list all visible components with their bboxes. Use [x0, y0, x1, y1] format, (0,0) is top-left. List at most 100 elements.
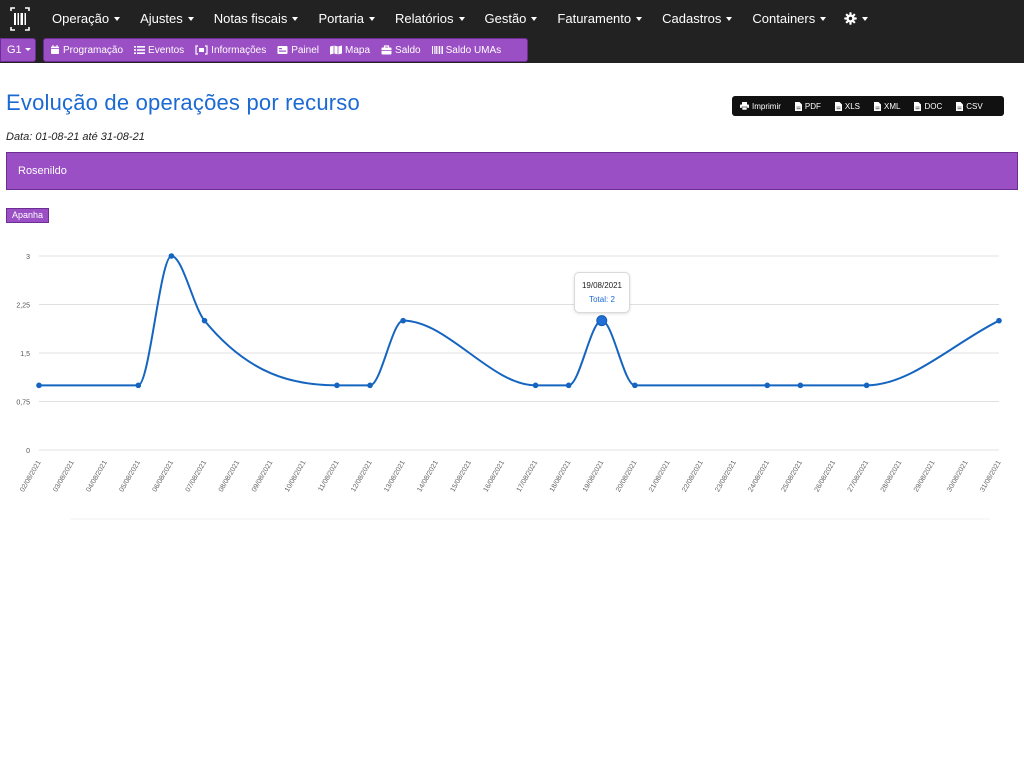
- data-point: [565, 382, 572, 389]
- export-xml-button[interactable]: XML: [874, 101, 900, 111]
- caret-down-icon: [862, 16, 869, 21]
- caret-down-icon: [292, 16, 299, 21]
- x-tick-label: 15/08/2021: [449, 459, 473, 493]
- data-point: [201, 317, 208, 324]
- subnav-label: Eventos: [148, 44, 185, 56]
- subnav-saldo[interactable]: Saldo: [381, 45, 421, 56]
- data-point: [168, 253, 175, 259]
- x-tick-label: 23/08/2021: [714, 459, 738, 493]
- x-tick-label: 26/08/2021: [814, 459, 838, 493]
- subnav-informacoes[interactable]: Informações: [195, 45, 266, 56]
- barcode-icon: [431, 46, 443, 54]
- file-icon: [834, 101, 842, 111]
- print-button[interactable]: Imprimir: [740, 102, 781, 111]
- export-xls-button[interactable]: XLS: [834, 101, 860, 111]
- data-point: [400, 317, 406, 324]
- subnav-programacao[interactable]: Programação: [50, 45, 123, 56]
- menu-label: Operação: [52, 11, 110, 26]
- menu-cadastros[interactable]: Cadastros: [652, 0, 742, 38]
- export-label: Imprimir: [752, 101, 781, 111]
- barcode-logo-icon[interactable]: [9, 7, 31, 31]
- data-point: [632, 382, 638, 389]
- subnav-label: Painel: [291, 44, 320, 56]
- y-tick-label: 0: [26, 448, 30, 455]
- highlighted-data-point: [596, 315, 608, 327]
- x-tick-label: 02/08/2021: [19, 459, 43, 493]
- menu-notas-fiscais[interactable]: Notas fiscais: [204, 0, 309, 38]
- data-point: [996, 317, 1002, 324]
- file-icon: [956, 101, 964, 111]
- caret-down-icon: [531, 16, 538, 21]
- export-toolbar: Imprimir PDF XLS XML DOC CSV: [732, 96, 1004, 116]
- subnav-painel[interactable]: Painel: [277, 45, 319, 56]
- y-tick-label: 3: [26, 254, 30, 261]
- resource-panel: Rosenildo: [6, 152, 1018, 190]
- subnav-label: Saldo UMAs: [445, 44, 502, 56]
- menu-operacao[interactable]: Operação: [42, 0, 130, 38]
- menu-gestao[interactable]: Gestão: [475, 0, 548, 38]
- x-tick-label: 07/08/2021: [185, 459, 209, 493]
- subnav-toolbar: Programação Eventos Informações Painel M…: [43, 38, 528, 62]
- settings-menu[interactable]: [836, 0, 877, 38]
- data-point: [36, 382, 42, 389]
- menu-faturamento[interactable]: Faturamento: [547, 0, 652, 38]
- x-tick-label: 30/08/2021: [946, 459, 970, 493]
- y-tick-label: 0,75: [16, 400, 30, 407]
- data-point: [764, 382, 771, 389]
- resource-name: Rosenildo: [18, 165, 67, 177]
- file-icon: [914, 101, 922, 111]
- x-tick-label: 14/08/2021: [416, 459, 440, 493]
- menu-containers[interactable]: Containers: [742, 0, 836, 38]
- export-label: DOC: [924, 101, 943, 111]
- export-doc-button[interactable]: DOC: [914, 101, 943, 111]
- export-label: PDF: [804, 101, 821, 111]
- briefcase-icon: [381, 45, 392, 55]
- subnav-saldo-umas[interactable]: Saldo UMAs: [431, 44, 502, 56]
- menu-ajustes[interactable]: Ajustes: [130, 0, 204, 38]
- menu-label: Portaria: [318, 11, 364, 26]
- x-tick-label: 27/08/2021: [847, 459, 871, 493]
- menu-label: Notas fiscais: [213, 11, 288, 26]
- x-tick-label: 21/08/2021: [648, 459, 672, 493]
- menu-label: Containers: [752, 11, 816, 26]
- caret-down-icon: [636, 16, 643, 21]
- subnav-eventos[interactable]: Eventos: [134, 45, 184, 56]
- list-icon: [134, 46, 146, 54]
- x-tick-label: 28/08/2021: [880, 459, 904, 493]
- x-tick-label: 13/08/2021: [383, 459, 407, 493]
- menu-label: Cadastros: [662, 11, 722, 26]
- chart-canvas: 3 2,25 1,5 0,75 0 02/08/2021 03/08/2021 04/08/2…: [16, 253, 1003, 520]
- data-point: [367, 382, 373, 389]
- unit-label: G1: [7, 44, 22, 56]
- x-tick-label: 24/08/2021: [747, 459, 771, 493]
- x-tick-label: 22/08/2021: [681, 459, 705, 493]
- x-tick-label: 05/08/2021: [118, 459, 142, 493]
- x-tick-label: 19/08/2021: [582, 459, 606, 493]
- x-tick-label: 25/08/2021: [781, 459, 805, 493]
- subnav-mapa[interactable]: Mapa: [330, 45, 370, 56]
- calendar-icon: [51, 45, 59, 54]
- x-tick-label: 12/08/2021: [350, 459, 374, 493]
- menu-relatorios[interactable]: Relatórios: [385, 0, 475, 38]
- date-range: Data: 01-08-21 até 31-08-21: [6, 131, 145, 143]
- menu-portaria[interactable]: Portaria: [308, 0, 385, 38]
- main-menu: Operação Ajustes Notas fiscais Portaria …: [42, 0, 877, 38]
- chart-tooltip: 19/08/2021 Total: 2: [574, 272, 630, 313]
- caret-down-icon: [458, 16, 465, 21]
- x-tick-label: 04/08/2021: [85, 459, 109, 493]
- file-icon: [874, 101, 882, 111]
- line-chart: 3 2,25 1,5 0,75 0 02/08/2021 03/08/2021 04/08/2…: [0, 230, 1024, 525]
- x-tick-label: 16/08/2021: [483, 459, 507, 493]
- top-navbar: Operação Ajustes Notas fiscais Portaria …: [0, 0, 1024, 38]
- x-tick-label: 08/08/2021: [218, 459, 242, 493]
- menu-label: Relatórios: [394, 11, 454, 26]
- x-tick-label: 06/08/2021: [152, 459, 176, 493]
- export-pdf-button[interactable]: PDF: [794, 101, 821, 111]
- x-tick-label: 17/08/2021: [516, 459, 540, 493]
- unit-selector-button[interactable]: G1: [0, 38, 36, 62]
- subnav-label: Programação: [63, 44, 124, 56]
- export-label: CSV: [966, 101, 983, 111]
- export-csv-button[interactable]: CSV: [956, 101, 983, 111]
- info-frame-icon: [195, 45, 208, 55]
- y-tick-label: 2,25: [16, 303, 30, 310]
